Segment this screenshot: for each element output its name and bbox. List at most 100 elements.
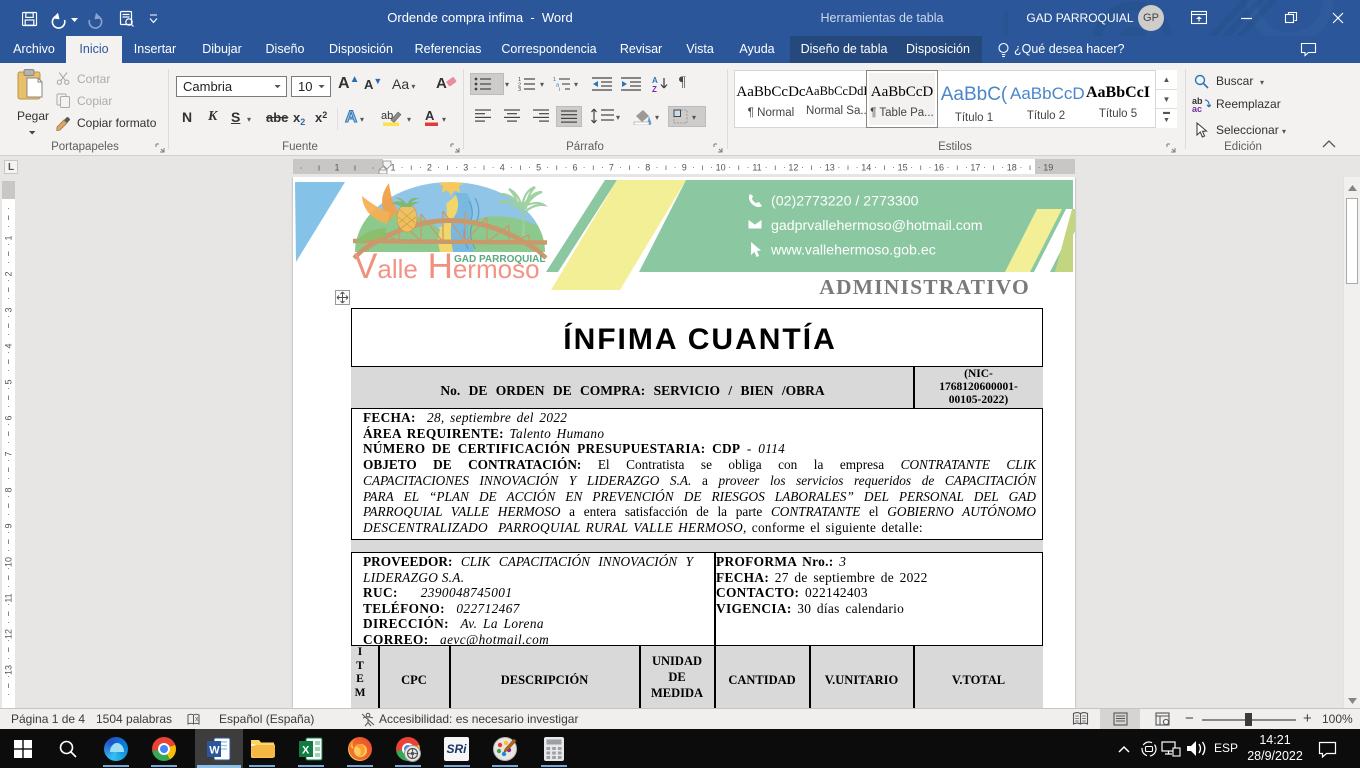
svg-text:ı: ı [665, 163, 667, 172]
svg-text:10: 10 [716, 163, 726, 173]
svg-text:·: · [7, 492, 10, 501]
svg-text:A: A [652, 76, 658, 85]
svg-text:·: · [7, 402, 10, 411]
svg-text:ı: ı [774, 163, 776, 172]
svg-text:·: · [7, 222, 10, 231]
svg-text:x: x [195, 716, 199, 723]
svg-text:W: W [209, 745, 220, 757]
svg-text:5: 5 [536, 163, 541, 173]
svg-text:1: 1 [390, 163, 395, 173]
svg-text:·: · [656, 163, 659, 172]
svg-text:·: · [7, 204, 10, 213]
svg-text:ı: ı [7, 537, 9, 546]
svg-text:ı: ı [7, 609, 9, 618]
svg-text:ı: ı [7, 357, 9, 366]
svg-text:ı: ı [7, 429, 9, 438]
svg-text:ı: ı [7, 573, 9, 582]
svg-text:·: · [7, 294, 10, 303]
svg-text:·: · [801, 163, 804, 172]
svg-text:13: 13 [825, 163, 835, 173]
svg-text:·: · [728, 163, 731, 172]
svg-text:GAD PARROQUIAL: GAD PARROQUIAL [454, 254, 545, 265]
svg-text:·: · [583, 163, 586, 172]
svg-text:Z: Z [652, 85, 657, 93]
svg-text:·: · [1001, 163, 1004, 172]
svg-text:ı: ı [446, 163, 448, 172]
svg-text:·: · [983, 163, 986, 172]
svg-text:15: 15 [898, 163, 908, 173]
svg-text:·: · [838, 163, 841, 172]
svg-text:·: · [7, 546, 10, 555]
svg-text:·: · [492, 163, 495, 172]
svg-text:·: · [7, 690, 10, 699]
svg-text:1: 1 [334, 163, 339, 173]
svg-text:·: · [1038, 163, 1041, 172]
svg-text:A: A [425, 108, 435, 123]
svg-text:·: · [601, 163, 604, 172]
svg-text:ı: ı [738, 163, 740, 172]
svg-text:i: i [559, 87, 560, 91]
svg-text:gadprvallehermoso@hotmail.com: gadprvallehermoso@hotmail.com [771, 218, 983, 234]
svg-text:·: · [910, 163, 913, 172]
svg-text:·: · [783, 163, 786, 172]
svg-text:·: · [947, 163, 950, 172]
svg-text:ı: ı [810, 163, 812, 172]
svg-text:·: · [474, 163, 477, 172]
svg-text:ı: ı [956, 163, 958, 172]
svg-text:·: · [7, 384, 10, 393]
svg-text:ac: ac [1192, 104, 1202, 112]
svg-text:·: · [7, 312, 10, 321]
svg-text:·: · [7, 276, 10, 285]
svg-text:·: · [7, 240, 10, 249]
svg-text:·: · [674, 163, 677, 172]
svg-text:ı: ı [483, 163, 485, 172]
svg-text:·: · [437, 163, 440, 172]
svg-text:·: · [7, 636, 10, 645]
svg-text:·: · [637, 163, 640, 172]
svg-text:3: 3 [518, 87, 521, 91]
svg-text:·: · [1020, 163, 1023, 172]
svg-text:ı: ı [701, 163, 703, 172]
svg-text:ı: ı [992, 163, 994, 172]
svg-text:ı: ı [7, 249, 9, 258]
svg-text:·: · [892, 163, 895, 172]
svg-text:·: · [7, 348, 10, 357]
svg-text:ı: ı [318, 163, 321, 173]
svg-text:ı: ı [7, 213, 9, 222]
svg-text:X: X [302, 745, 310, 757]
svg-text:ı: ı [7, 393, 9, 402]
svg-text:12: 12 [788, 163, 798, 173]
svg-text:·: · [7, 420, 10, 429]
svg-text:ı: ı [920, 163, 922, 172]
svg-text:3: 3 [463, 163, 468, 173]
svg-text:www.vallehermoso.gob.ec: www.vallehermoso.gob.ec [770, 243, 936, 259]
svg-text:·: · [7, 510, 10, 519]
svg-text:·: · [619, 163, 622, 172]
svg-text:11: 11 [752, 163, 761, 173]
svg-text:ı: ı [7, 681, 9, 690]
svg-text:ı: ı [7, 321, 9, 330]
svg-text:·: · [765, 163, 768, 172]
svg-text:·: · [7, 438, 10, 447]
svg-text:ı: ı [7, 465, 9, 474]
svg-text:·: · [455, 163, 458, 172]
svg-text:6: 6 [572, 163, 577, 173]
svg-text:·: · [7, 456, 10, 465]
svg-text:·: · [710, 163, 713, 172]
svg-text:·: · [7, 366, 10, 375]
svg-text:4: 4 [500, 163, 505, 173]
svg-text:·: · [528, 163, 531, 172]
svg-text:(02)2773220 / 2773300: (02)2773220 / 2773300 [771, 194, 919, 210]
svg-text:·: · [7, 564, 10, 573]
svg-text:ı: ı [7, 285, 9, 294]
svg-text:ı: ı [1029, 163, 1031, 172]
svg-text:ı: ı [592, 163, 594, 172]
svg-text:19: 19 [1043, 163, 1053, 173]
svg-text:14: 14 [861, 163, 871, 173]
svg-text:·: · [747, 163, 750, 172]
svg-text:·: · [546, 163, 549, 172]
svg-text:ı: ı [556, 163, 558, 172]
svg-text:ı: ı [354, 163, 357, 173]
svg-text:·: · [419, 163, 422, 172]
svg-text:·: · [819, 163, 822, 172]
